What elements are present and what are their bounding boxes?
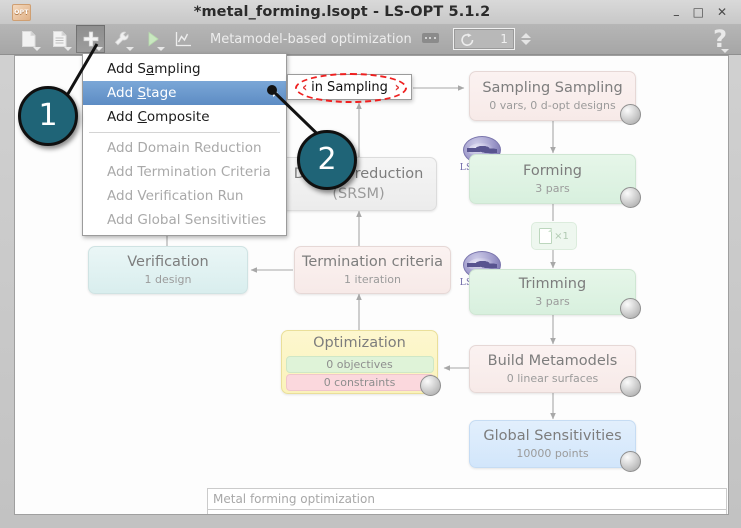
save-file-icon bbox=[52, 31, 66, 47]
iteration-stepper[interactable] bbox=[520, 33, 531, 45]
stepper-down-icon[interactable] bbox=[520, 40, 531, 45]
wrench-icon bbox=[114, 31, 129, 46]
plot-icon bbox=[175, 32, 191, 47]
node-subtitle: 3 pars bbox=[535, 295, 570, 309]
help-chevron-down-icon[interactable] bbox=[721, 49, 729, 53]
notes-input[interactable] bbox=[207, 509, 727, 514]
node-build-metamodels[interactable]: Build Metamodels 0 linear surfaces bbox=[469, 345, 641, 397]
node-subtitle: 3 pars bbox=[535, 182, 570, 196]
node-title: Verification bbox=[127, 253, 209, 270]
add-button[interactable] bbox=[76, 25, 105, 53]
menu-item-label: Add Global Sensitivities bbox=[107, 212, 267, 228]
node-trimming[interactable]: Trimming 3 pars bbox=[469, 269, 641, 319]
application-window: OPT *metal_forming.lsopt - LS-OPT 5.1.2 … bbox=[0, 0, 741, 528]
close-icon[interactable]: ✕ bbox=[717, 6, 727, 18]
node-subtitle: 0 vars, 0 d-opt designs bbox=[489, 99, 616, 113]
node-global-sensitivities[interactable]: Global Sensitivities 10000 points bbox=[469, 420, 641, 472]
menu-item-add-verification-run: Add Verification Run bbox=[83, 184, 286, 208]
chevron-down-icon bbox=[64, 47, 72, 51]
chevron-down-icon bbox=[95, 47, 103, 51]
node-status-knob[interactable] bbox=[620, 451, 641, 472]
menu-item-add-global-sensitivities: Add Global Sensitivities bbox=[83, 208, 286, 232]
title-bar: OPT *metal_forming.lsopt - LS-OPT 5.1.2 … bbox=[0, 0, 741, 25]
callout-label: 2 bbox=[317, 142, 337, 177]
submenu-arrow-icon bbox=[273, 89, 278, 97]
maximize-icon[interactable]: □ bbox=[693, 6, 704, 18]
minimize-icon[interactable]: – bbox=[673, 9, 680, 22]
node-subtitle: 0 linear surfaces bbox=[506, 372, 599, 386]
new-file-button[interactable] bbox=[14, 25, 43, 53]
chevron-down-icon bbox=[126, 47, 134, 51]
chevron-down-icon bbox=[33, 47, 41, 51]
node-subtitle: 1 design bbox=[144, 273, 192, 287]
file-transfer-chip[interactable]: ×1 bbox=[531, 222, 577, 250]
node-status-knob[interactable] bbox=[420, 375, 441, 396]
node-title: Global Sensitivities bbox=[483, 427, 622, 444]
node-title: Sampling Sampling bbox=[482, 79, 623, 96]
callout-label: 1 bbox=[38, 98, 58, 133]
callout-badge-2: 2 bbox=[297, 130, 357, 190]
document-icon bbox=[539, 228, 553, 244]
menu-item-add-termination-criteria: Add Termination Criteria bbox=[83, 160, 286, 184]
stepper-up-icon[interactable] bbox=[520, 33, 531, 38]
node-title: Termination criteria bbox=[301, 253, 444, 270]
menu-item-label: Add Verification Run bbox=[107, 188, 244, 204]
iteration-field[interactable]: 1 bbox=[452, 28, 515, 50]
menu-item-add-sampling[interactable]: Add Sampling bbox=[83, 57, 286, 81]
menu-item-label: Add Sampling bbox=[107, 61, 201, 77]
node-forming[interactable]: Forming 3 pars bbox=[469, 154, 641, 208]
node-subtitle: (SRSM) bbox=[332, 185, 385, 202]
node-sampling-sampling[interactable]: Sampling Sampling 0 vars, 0 d-opt design… bbox=[469, 71, 641, 125]
viewer-button[interactable] bbox=[169, 25, 198, 53]
submenu-item-label: in Sampling bbox=[311, 79, 388, 95]
add-dropdown-menu[interactable]: Add Sampling Add Stage Add Composite Add… bbox=[82, 53, 287, 236]
menu-item-label: Add Termination Criteria bbox=[107, 164, 271, 180]
tools-button[interactable] bbox=[107, 25, 136, 53]
node-title: Trimming bbox=[518, 275, 587, 292]
node-status-knob[interactable] bbox=[620, 376, 641, 397]
description-input[interactable]: Metal forming optimization bbox=[207, 488, 727, 509]
main-toolbar: Metamodel-based optimization 1 ? bbox=[0, 24, 741, 55]
loop-icon bbox=[461, 33, 474, 46]
node-optimization[interactable]: Optimization 0 objectives 0 constraints bbox=[281, 330, 441, 396]
chevron-down-icon bbox=[157, 47, 165, 51]
node-verification[interactable]: Verification 1 design bbox=[88, 246, 248, 294]
node-title: Build Metamodels bbox=[487, 352, 618, 369]
run-button[interactable] bbox=[138, 25, 167, 53]
more-options-icon[interactable] bbox=[421, 33, 439, 43]
save-file-button[interactable] bbox=[45, 25, 74, 53]
iteration-value: 1 bbox=[500, 32, 508, 46]
node-title: Optimization bbox=[313, 335, 406, 351]
file-transfer-count: ×1 bbox=[554, 230, 569, 242]
optimization-objectives[interactable]: 0 objectives bbox=[285, 355, 434, 373]
window-title: *metal_forming.lsopt - LS-OPT 5.1.2 bbox=[193, 4, 491, 20]
optimization-constraints[interactable]: 0 constraints bbox=[285, 373, 434, 391]
node-subtitle: 10000 points bbox=[516, 447, 589, 461]
menu-item-add-composite[interactable]: Add Composite bbox=[83, 105, 286, 129]
node-subtitle: 1 iteration bbox=[344, 273, 401, 287]
description-panel: Metal forming optimization bbox=[207, 488, 727, 514]
window-controls: – □ ✕ bbox=[673, 6, 727, 22]
node-status-knob[interactable] bbox=[620, 187, 641, 208]
menu-item-add-stage[interactable]: Add Stage bbox=[83, 81, 286, 105]
menu-item-label: Add Composite bbox=[107, 109, 210, 125]
menu-item-label: Add Stage bbox=[107, 85, 177, 101]
node-status-knob[interactable] bbox=[620, 298, 641, 319]
node-title: Forming bbox=[523, 162, 582, 179]
node-status-knob[interactable] bbox=[620, 104, 641, 125]
menu-item-add-domain-reduction: Add Domain Reduction bbox=[83, 136, 286, 160]
submenu-in-sampling[interactable]: in Sampling bbox=[287, 74, 412, 100]
play-icon bbox=[148, 31, 159, 47]
task-label: Metamodel-based optimization bbox=[210, 31, 412, 47]
add-icon bbox=[83, 31, 98, 47]
menu-item-label: Add Domain Reduction bbox=[107, 140, 262, 156]
task-label-wrapper: Metamodel-based optimization bbox=[210, 32, 439, 47]
menu-separator bbox=[89, 132, 280, 133]
new-file-icon bbox=[21, 31, 35, 47]
node-termination-criteria[interactable]: Termination criteria 1 iteration bbox=[294, 246, 451, 294]
callout-badge-1: 1 bbox=[18, 86, 78, 146]
